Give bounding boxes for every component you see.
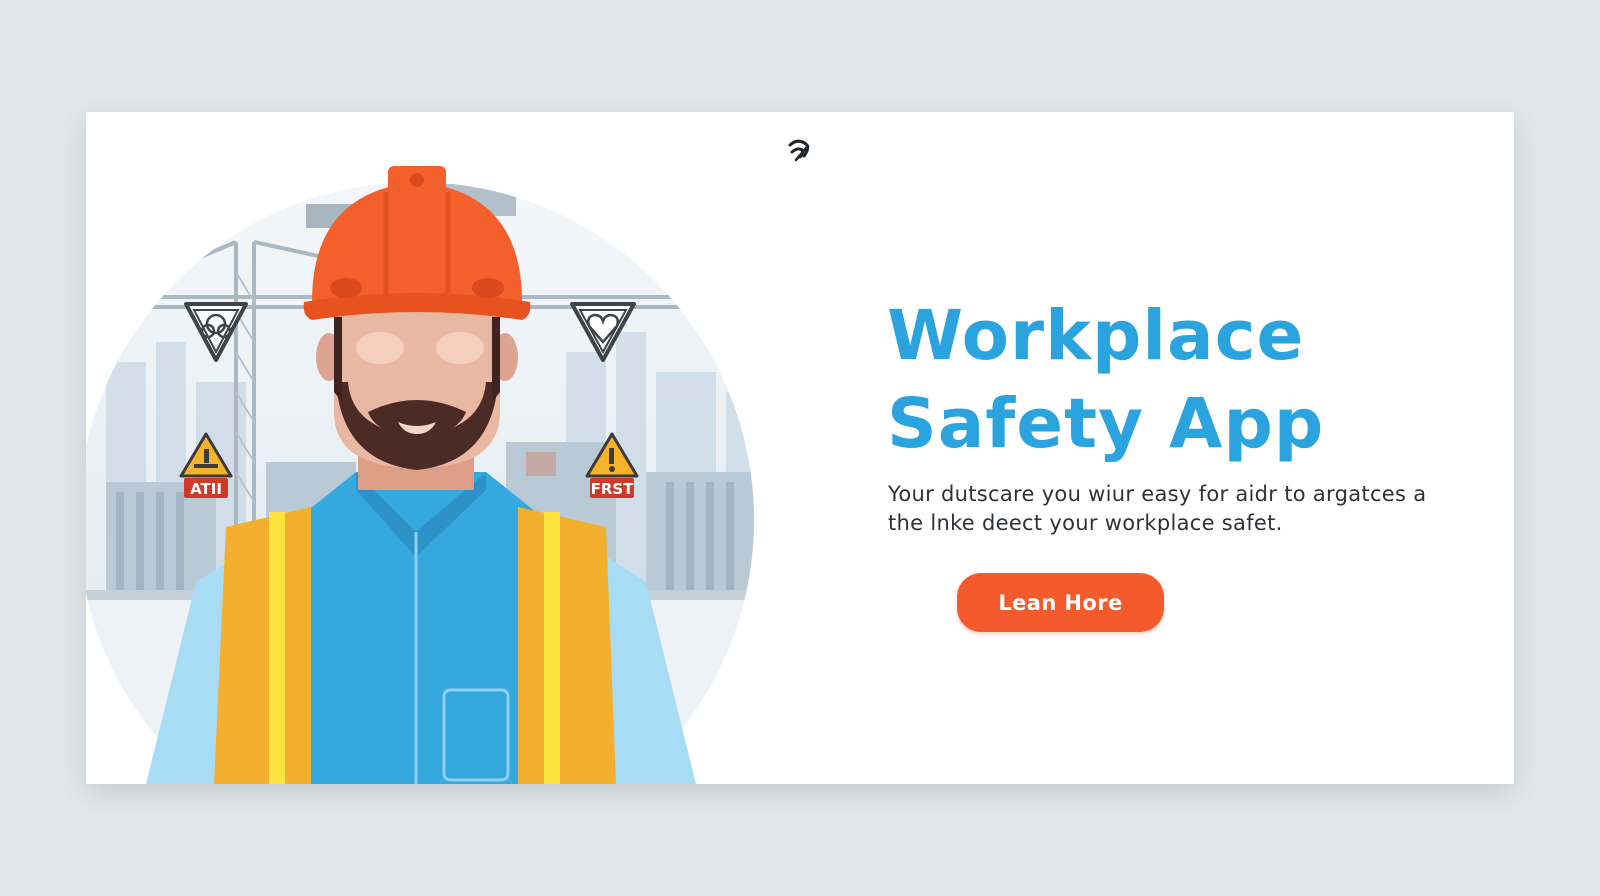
hero-subtitle-line-2: the lnke deect your workplace safet. bbox=[888, 511, 1283, 535]
hero-card: ATII FRST Workplace Safety App Your duts… bbox=[86, 112, 1514, 784]
learn-more-button[interactable]: Lean Hore bbox=[957, 573, 1164, 632]
hero-subtitle-line-1: Your dutscare you wiur easy for aidr to … bbox=[888, 482, 1427, 506]
warning-sign-right-label: FRST bbox=[591, 480, 635, 498]
hero-headline: Workplace Safety App bbox=[887, 292, 1447, 468]
hero-headline-line-2: Safety App bbox=[887, 384, 1325, 464]
brand-logo-icon bbox=[786, 136, 814, 164]
hero-headline-line-1: Workplace bbox=[887, 296, 1305, 376]
warning-sign-left-label: ATII bbox=[190, 480, 222, 498]
hard-hat bbox=[303, 166, 531, 320]
worker-illustration: ATII FRST bbox=[86, 112, 786, 784]
hero-subtitle: Your dutscare you wiur easy for aidr to … bbox=[888, 480, 1448, 538]
